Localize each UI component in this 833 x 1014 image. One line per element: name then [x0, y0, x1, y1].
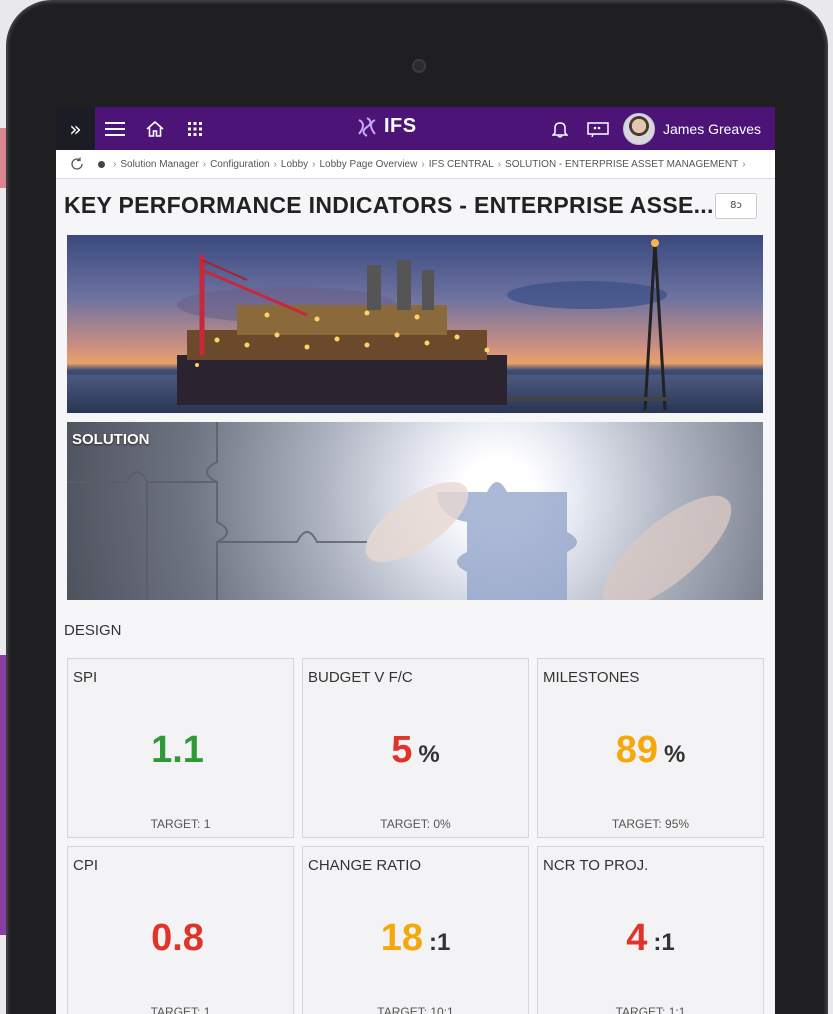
kpi-target: TARGET: 1	[150, 817, 211, 831]
kpi-unit: %	[418, 741, 440, 768]
breadcrumb-item[interactable]: IFS CENTRAL	[429, 159, 494, 170]
breadcrumb-item[interactable]: Solution Manager	[120, 159, 198, 170]
kpi-value-group: 89%	[538, 729, 763, 772]
link-icon: 8ɔ	[730, 200, 742, 211]
kpi-value-group: 18:1	[303, 917, 528, 960]
topbar-right-group: James Greaves	[541, 112, 775, 145]
breadcrumb-item[interactable]: Configuration	[210, 159, 269, 170]
hero-label-solution: SOLUTION	[72, 431, 150, 448]
chat-icon	[587, 121, 609, 137]
kpi-target: TARGET: 95%	[611, 817, 690, 831]
kpi-value: 1.1	[151, 729, 204, 771]
kpi-title: CHANGE RATIO	[308, 857, 422, 874]
app-screen: » IFS James Greaves › Solution Manager ›…	[56, 107, 775, 1014]
kpi-title: SPI	[73, 669, 98, 686]
refresh-icon[interactable]	[70, 157, 84, 171]
link-button[interactable]: 8ɔ	[715, 192, 757, 219]
puzzle-illustration	[67, 422, 732, 600]
kpi-value-group: 4:1	[538, 917, 763, 960]
expand-navigation-button[interactable]: »	[56, 107, 95, 150]
kpi-title: BUDGET V F/C	[308, 669, 413, 686]
kpi-card-spi[interactable]: SPI 1.1 TARGET: 1	[67, 658, 294, 838]
kpi-card-ncr-to-proj[interactable]: NCR TO PROJ. 4:1 TARGET: 1:1	[537, 846, 764, 1014]
kpi-card-milestones[interactable]: MILESTONES 89% TARGET: 95%	[537, 658, 764, 838]
chevron-right-icon: ›	[312, 158, 316, 170]
kpi-value: 89	[615, 729, 658, 771]
ifs-logo[interactable]: IFS	[354, 115, 417, 138]
kpi-value: 0.8	[151, 917, 204, 959]
chevron-right-icon: ›	[421, 158, 425, 170]
kpi-target: TARGET: 10:1	[377, 1005, 454, 1014]
menu-button[interactable]	[95, 121, 135, 137]
menu-icon	[105, 121, 125, 136]
kpi-card-cpi[interactable]: CPI 0.8 TARGET: 1	[67, 846, 294, 1014]
chevron-right-icon: ›	[273, 158, 277, 170]
home-button[interactable]	[135, 120, 175, 137]
kpi-value-group: 0.8	[68, 917, 293, 960]
kpi-value: 4	[626, 917, 648, 959]
chevron-right-icon: ›	[113, 158, 117, 170]
chat-button[interactable]	[579, 121, 617, 137]
bell-icon	[551, 121, 568, 138]
section-label-design: DESIGN	[64, 622, 122, 639]
breadcrumb-home-dot[interactable]	[98, 160, 105, 168]
kpi-value: 5	[391, 729, 413, 771]
kpi-value: 18	[380, 917, 423, 959]
apps-button[interactable]	[175, 121, 215, 137]
kpi-value-group: 5%	[303, 729, 528, 772]
notifications-button[interactable]	[541, 120, 579, 138]
kpi-unit: :1	[428, 929, 451, 956]
hero-image-solution-puzzle[interactable]: SOLUTION	[67, 422, 763, 600]
breadcrumb: › Solution Manager › Configuration › Lob…	[56, 150, 775, 179]
kpi-target: TARGET: 1	[150, 1005, 211, 1014]
chevron-right-icon: ›	[202, 158, 207, 170]
logo-text: IFS	[384, 115, 417, 137]
expand-icon: »	[69, 116, 82, 141]
kpi-target: TARGET: 0%	[380, 817, 451, 831]
kpi-title: NCR TO PROJ.	[543, 857, 649, 874]
page-title: KEY PERFORMANCE INDICATORS - ENTERPRISE …	[64, 192, 714, 218]
avatar[interactable]	[622, 112, 655, 145]
kpi-grid: SPI 1.1 TARGET: 1 BUDGET V F/C 5% TARGET…	[67, 658, 764, 1014]
offshore-platform-illustration	[177, 239, 667, 411]
username-label[interactable]: James Greaves	[663, 121, 761, 137]
page-header: KEY PERFORMANCE INDICATORS - ENTERPRISE …	[56, 179, 775, 232]
breadcrumb-item[interactable]: SOLUTION - ENTERPRISE ASSET MANAGEMENT	[505, 159, 738, 170]
home-icon	[146, 120, 164, 137]
chevron-right-icon: ›	[742, 158, 746, 170]
kpi-title: CPI	[73, 857, 99, 874]
kpi-target: TARGET: 1:1	[615, 1005, 686, 1014]
breadcrumb-item[interactable]: Lobby	[281, 159, 308, 170]
ifs-logo-icon	[358, 116, 376, 137]
kpi-card-budget-v-fc[interactable]: BUDGET V F/C 5% TARGET: 0%	[302, 658, 529, 838]
kpi-title: MILESTONES	[543, 669, 640, 686]
breadcrumb-item[interactable]: Lobby Page Overview	[320, 159, 418, 170]
kpi-value-group: 1.1	[68, 729, 293, 772]
kpi-unit: %	[663, 741, 686, 768]
top-navigation-bar: » IFS James Greaves	[56, 107, 775, 150]
kpi-card-change-ratio[interactable]: CHANGE RATIO 18:1 TARGET: 10:1	[302, 846, 529, 1014]
kpi-unit: :1	[653, 929, 675, 956]
chevron-right-icon: ›	[497, 158, 502, 170]
camera-icon	[412, 59, 426, 73]
apps-grid-icon	[188, 121, 202, 136]
hero-image-offshore-platform[interactable]	[67, 235, 763, 413]
